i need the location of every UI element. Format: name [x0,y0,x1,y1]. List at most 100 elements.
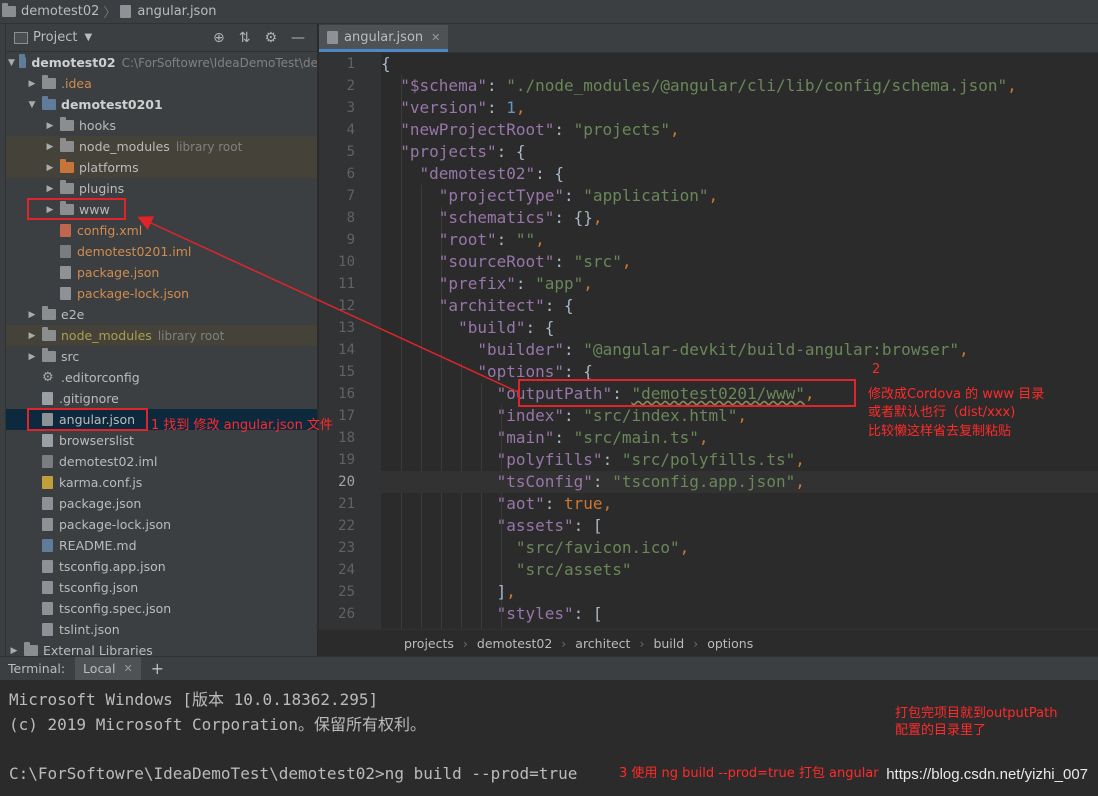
close-icon[interactable]: ✕ [431,31,440,44]
tree-item-plugins[interactable]: ▶ plugins [6,178,317,199]
tree-root-path: C:\ForSoftowre\IdeaDemoTest\de [121,55,318,70]
line-number: 20 [338,474,355,490]
js-file-icon [42,476,53,489]
json-file-icon [327,30,338,44]
terminal-tab-local[interactable]: Local ✕ [75,656,141,681]
tree-item-label: demotest02.iml [59,454,158,469]
terminal-line: (c) 2019 Microsoft Corporation。保留所有权利。 [9,715,426,734]
tree-item-package-lock-json-inner[interactable]: package-lock.json [6,283,317,304]
locate-icon[interactable]: ⊕ [213,30,225,46]
expand-arrow-icon[interactable]: ▶ [26,310,38,320]
line-number: 23 [338,540,355,556]
folder-icon [60,138,74,152]
tree-item-readme[interactable]: README.md [6,535,317,556]
line-number: 24 [338,562,355,578]
library-root-hint: library root [157,328,225,343]
tree-item-label: idea [64,76,92,91]
annotation-output-line2: 配置的目录里了 [895,723,987,738]
expand-arrow-icon[interactable]: ▶ [44,163,56,173]
tree-item-e2e[interactable]: ▶ e2e [6,304,317,325]
breadcrumb-item[interactable]: options [707,636,753,651]
tree-item-platforms[interactable]: ▶ platforms [6,157,317,178]
tree-item-demotest0201[interactable]: ▼ demotest0201 [6,94,317,115]
tree-item-karma-conf-js[interactable]: karma.conf.js [6,472,317,493]
tree-item-tsconfig-app-json[interactable]: tsconfig.app.json [6,556,317,577]
line-number: 14 [338,342,355,358]
terminal-label: Terminal: [8,661,66,676]
line-number: 11 [338,276,355,292]
tree-item-package-lock-json[interactable]: package-lock.json [6,514,317,535]
expand-arrow-icon[interactable]: ▶ [44,184,56,194]
line-number: 25 [338,584,355,600]
nav-crumb-project[interactable]: demotest02 [2,3,100,19]
tree-item-label: .editorconfig [61,370,140,385]
tree-item-src[interactable]: ▶ src [6,346,317,367]
line-number: 13 [338,320,355,336]
tree-item-tsconfig-json[interactable]: tsconfig.json [6,577,317,598]
tree-item-demotest0201-iml[interactable]: demotest0201.iml [6,241,317,262]
line-number: 4 [346,122,355,138]
line-number: 10 [338,254,355,270]
folder-icon [42,327,56,341]
tree-item-config-xml[interactable]: config.xml [6,220,317,241]
line-number: 16 [338,386,355,402]
breadcrumb-item[interactable]: demotest02 [477,636,552,651]
tree-item-label: tsconfig.json [59,580,139,595]
tree-item-idea[interactable]: ▶ . idea [6,73,317,94]
line-number: 7 [346,188,355,204]
terminal-tab-label: Local [83,661,116,676]
project-view-selector[interactable]: Project [33,30,77,45]
close-icon[interactable]: ✕ [123,662,132,675]
breadcrumb-item[interactable]: architect [575,636,630,651]
collapse-icon[interactable]: ⇅ [239,30,251,46]
nav-crumb-project-label: demotest02 [21,4,100,19]
nav-crumb-file-label: angular.json [137,4,217,19]
breadcrumb-item[interactable]: projects [404,636,454,651]
iml-file-icon [42,455,53,468]
tree-item-label: node_modules [61,328,152,343]
json-file-icon [42,581,53,594]
tree-item-tslint-json[interactable]: tslint.json [6,619,317,640]
annotation-step-2-line3: 比较懒这样省去复制粘贴 [868,424,1012,439]
expand-arrow-icon[interactable]: ▶ [26,79,38,89]
code-editor[interactable]: { "$schema": "./node_modules/@angular/cl… [381,53,1098,629]
expand-arrow-icon[interactable]: ▶ [44,121,56,131]
tree-item-node-modules[interactable]: ▶ node_modules library root [6,325,317,346]
tree-item-node-modules-inner[interactable]: ▶ node_modules library root [6,136,317,157]
gear-icon[interactable]: ⚙ [264,30,277,46]
breadcrumb-separator: › [561,635,567,651]
tab-angular-json[interactable]: angular.json ✕ [319,25,449,52]
tree-item-package-json[interactable]: package.json [6,493,317,514]
tree-item-package-json-inner[interactable]: package.json [6,262,317,283]
tree-item-tsconfig-spec-json[interactable]: tsconfig.spec.json [6,598,317,619]
tree-item-label: package-lock.json [59,517,172,532]
tree-item-gitignore[interactable]: .gitignore [6,388,317,409]
tree-root[interactable]: ▼ demotest02 C:\ForSoftowre\IdeaDemoTest… [6,52,318,73]
expand-arrow-icon[interactable]: ▶ [26,331,38,341]
folder-icon [42,348,56,362]
tree-item-hooks[interactable]: ▶ hooks [6,115,317,136]
expand-arrow-icon[interactable]: ▼ [8,58,15,68]
line-number: 12 [338,298,355,314]
annotation-step-1: 1 找到 修改 angular.json 文件 [151,418,333,433]
line-number-gutter: 1 2 3 4 5 6 7 8 9 10 11 12 13 14 15 16 17 18 19 20 21 22 23 24 2… [319,53,381,629]
expand-arrow-icon[interactable]: ▼ [26,100,38,110]
tree-item-label: demotest0201.iml [77,244,192,259]
expand-arrow-icon[interactable]: ▶ [8,646,20,656]
editor-breadcrumbs: projects › demotest02 › architect › build › opti… [319,629,1098,656]
tree-item-label: config.xml [77,223,143,238]
tree-item-external-libraries[interactable]: ▶ External Libraries [6,640,317,656]
tree-root-name: demotest02 [31,55,116,70]
line-number: 26 [338,606,355,622]
breadcrumb-item[interactable]: build [653,636,684,651]
expand-arrow-icon[interactable]: ▶ [26,352,38,362]
new-terminal-icon[interactable]: + [151,659,164,678]
tree-item-editorconfig[interactable]: ⚙ .editorconfig [6,367,317,388]
nav-crumb-file[interactable]: angular.json [120,4,217,19]
minimize-icon[interactable]: — [291,30,305,46]
chevron-down-icon[interactable]: ▼ [84,32,92,43]
tree-item-demotest02-iml[interactable]: demotest02.iml [6,451,317,472]
folder-icon [60,180,74,194]
tree-item-label: hooks [79,118,116,133]
expand-arrow-icon[interactable]: ▶ [44,142,56,152]
